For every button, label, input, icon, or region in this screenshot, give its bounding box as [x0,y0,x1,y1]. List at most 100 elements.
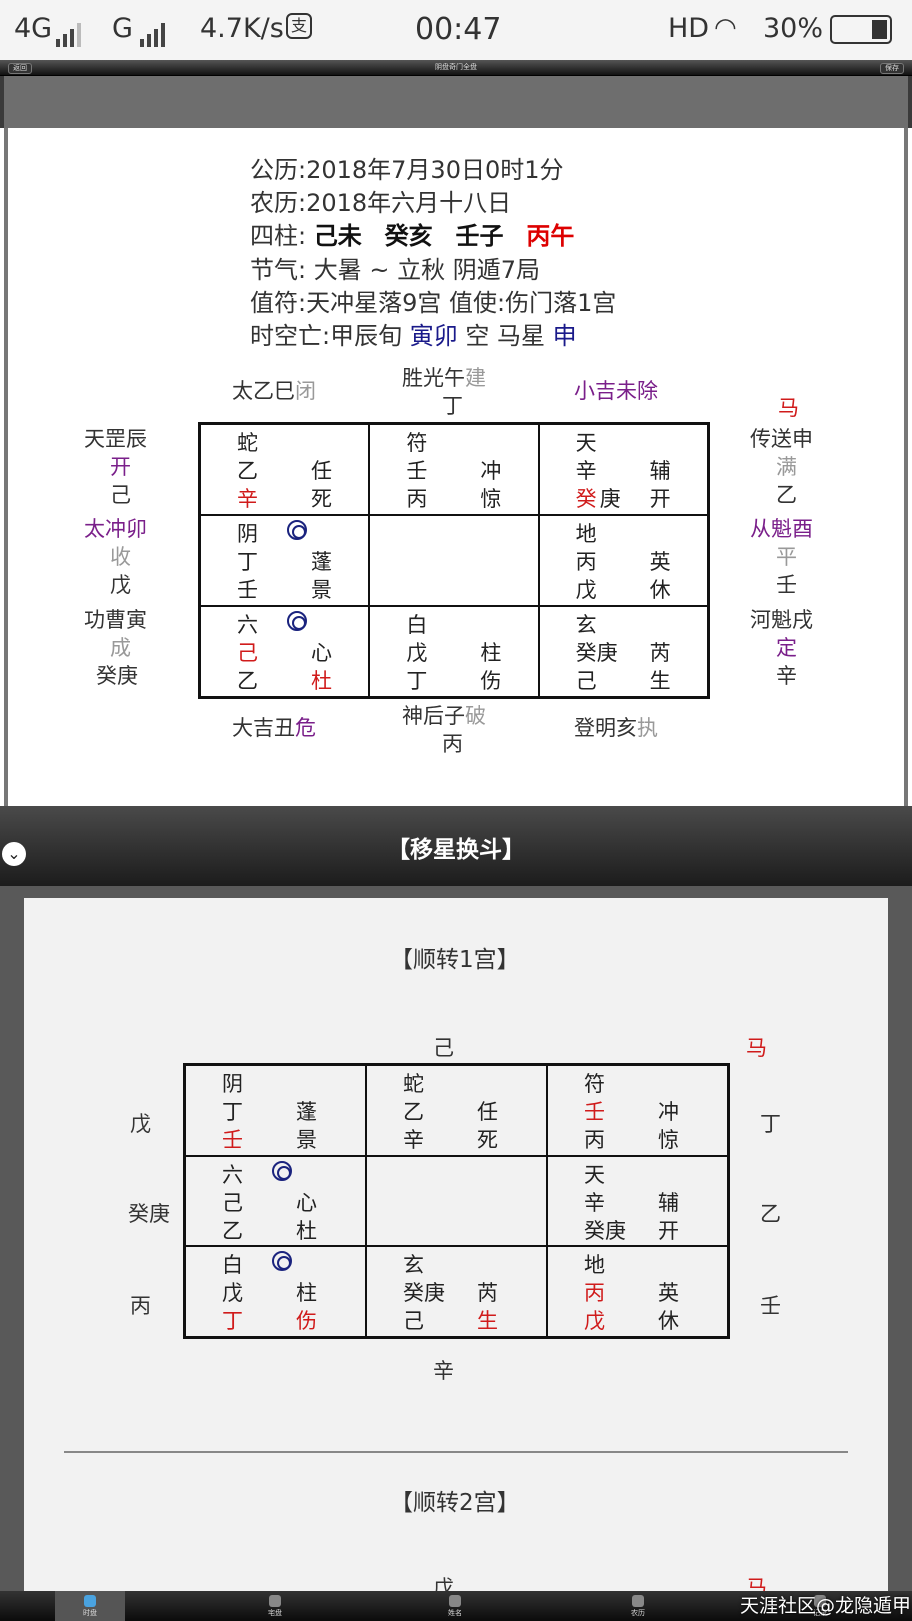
collapse-chevron-icon[interactable]: ⌄ [2,842,26,866]
door-label: 生 [477,1309,498,1334]
section-title: 【移星换斗】 [387,837,525,863]
double-circle-icon [287,611,307,631]
earth-stem: 癸 [575,487,597,511]
signal2-icon [140,16,168,47]
palace-cell: 阴丁 蓬壬 景 [200,515,370,606]
nav-label: 农历 [631,1609,645,1617]
nav-zhaipan[interactable]: 宅盘 [240,1591,310,1621]
nav-user-icon [84,1595,96,1607]
star-label: 辅 [658,1190,679,1215]
left-3-b: 成 [110,636,131,660]
top-right-label: 小吉未除 [574,375,658,405]
palace-cell: 天辛 辅癸庚 开 [538,424,708,515]
tr-b: 除 [637,379,658,403]
earth-stem: 壬 [222,1128,243,1152]
left-1-a: 天罡辰 [84,427,147,451]
rot1-bottom-label: 辛 [433,1359,454,1383]
deity-label: 符 [406,431,428,455]
tl-b: 闭 [295,379,316,403]
pillar-year: 己未 [313,222,362,250]
palace-cell: 天辛 辅癸庚 开 [547,1155,728,1247]
rot1-left-1: 戊 [130,1112,151,1136]
earth-stem: 丙 [584,1128,605,1152]
star-label: 任 [477,1100,498,1124]
door-label: 景 [311,578,332,602]
status-bar: 4G G 4.7K/s 支 00:47 HD ◠ 30% [0,0,912,60]
door-label: 景 [296,1128,317,1152]
solar-value: :2018年7月30日0时1分 [298,156,564,184]
lunar-date: 农历:2018年六月十八日 [250,183,511,218]
star-label: 心 [311,641,332,665]
earth-stem: 乙 [237,669,258,693]
toolbar-title: 阴盘奇门全盘 [435,63,477,71]
star-label: 芮 [649,641,671,665]
palace-cell [369,515,539,606]
star-label: 柱 [480,641,502,665]
nav-shipan[interactable]: 时盘 [55,1591,125,1621]
bottom-left-label: 大吉丑危 [232,712,316,742]
nav-house-icon [269,1595,281,1607]
earth-stem: 己 [575,669,597,693]
heaven-stem: 戊 [406,641,428,665]
heaven-stem: 癸庚 [575,641,618,665]
nav-list-icon [449,1595,461,1607]
save-button[interactable]: 保存 [880,63,904,74]
palace-cell: 六己 心乙 杜 [185,1155,366,1247]
rot1-ma-label: 马 [746,1036,767,1060]
right-3-a: 河魁戌 [750,608,813,632]
earth-stem: 辛 [403,1128,424,1152]
rot1-left-3: 丙 [130,1294,151,1318]
star-label: 英 [658,1281,679,1306]
hd-label: HD [668,13,710,44]
right-2-a: 从魁酉 [750,517,813,541]
battery-percent: 30% [763,13,824,44]
star-label: 冲 [658,1100,679,1124]
earth-stem: 丁 [222,1309,243,1334]
tm-a: 胜光午 [402,366,465,390]
left-2-b: 收 [110,545,131,569]
palace-cell: 六己 心乙 杜 [200,606,370,697]
right-ma-label: 马 [778,396,799,420]
deity-label: 阴 [222,1072,243,1096]
net-speed: 4.7K/s [200,13,284,44]
rot1-left-2: 癸庚 [128,1202,170,1226]
star-label: 心 [296,1190,317,1215]
br-a: 登明亥 [574,716,637,740]
kong-line: 时空亡:甲辰旬 寅卯 空 马星 申 [250,316,577,351]
battery-icon [830,15,892,44]
deity-label: 天 [575,431,597,455]
earth-stem: 癸庚 [584,1218,626,1243]
double-circle-icon [272,1251,292,1272]
heaven-stem: 癸庚 [403,1281,445,1306]
section-divider [64,1451,848,1453]
deity-label: 符 [584,1072,605,1096]
nav-xingming[interactable]: 姓名 [420,1591,490,1621]
right-1-b: 满 [776,455,797,479]
section-header: 【移星换斗】 [0,806,912,886]
star-label: 英 [649,550,671,574]
door-label: 杜 [296,1218,317,1243]
ma-value: 申 [552,322,577,350]
kong-prefix: 时空亡:甲辰旬 [250,322,403,350]
door-label: 惊 [658,1128,679,1152]
rotation1-grid: 阴丁蓬壬景蛇乙任辛死符壬冲丙惊六己心乙杜天辛辅癸庚开白戊柱丁伤玄癸庚芮己生地丙英… [183,1063,730,1339]
rotation2-title: 【顺转2宫】 [390,1490,520,1516]
rot1-right-1: 丁 [760,1112,781,1136]
right-1-a: 传送申 [750,427,813,451]
deity-label: 地 [575,522,597,546]
solar-term: 节气: 大暑 ~ 立秋 阴遁7局 [250,256,540,284]
palace-cell: 玄癸庚 芮己 生 [538,606,708,697]
palace-cell: 地丙 英戊 休 [547,1246,728,1337]
nav-nongli[interactable]: 农历 [603,1591,673,1621]
tm-b: 建 [465,366,486,390]
heaven-stem: 丙 [575,550,597,574]
pillars-label: 四柱: [250,222,307,250]
palace-cell: 玄癸庚 芮己 生 [366,1246,547,1337]
solar-date: 公历:2018年7月30日0时1分 [250,150,564,185]
double-circle-icon [287,520,307,540]
palace-cell: 符壬 冲丙 惊 [547,1065,728,1156]
heaven-stem: 丁 [237,550,258,574]
pillar-hour: 丙午 [526,222,575,250]
star-label: 辅 [649,459,671,483]
heaven-stem: 壬 [406,459,428,483]
